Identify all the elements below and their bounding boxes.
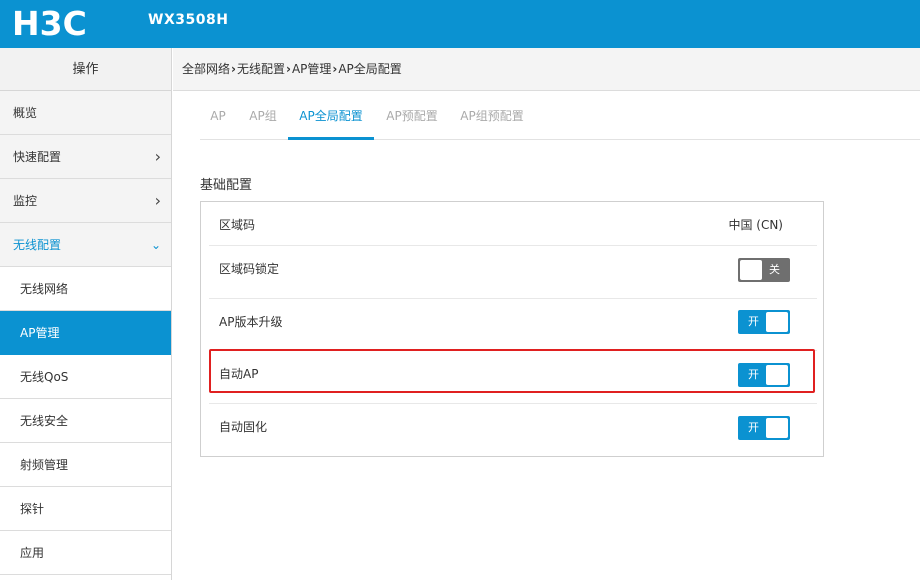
sidebar-subitem-wireless-network[interactable]: 无线网络 <box>0 267 171 311</box>
sidebar-subitem-label: 无线安全 <box>20 414 69 428</box>
breadcrumb: 全部网络›无线配置›AP管理›AP全局配置 <box>173 48 920 91</box>
region-code-value: 中国 (CN) <box>728 218 783 232</box>
breadcrumb-item-all-networks[interactable]: 全部网络 <box>182 48 230 91</box>
sidebar-subitem-ap-management[interactable]: AP管理 <box>0 311 171 355</box>
setting-row-ap-upgrade: AP版本升级 开 <box>209 299 817 351</box>
tab-ap-group-preconfig[interactable]: AP组预配置 <box>454 92 530 140</box>
tab-ap-global-config[interactable]: AP全局配置 <box>288 92 374 140</box>
breadcrumb-separator-icon: › <box>231 62 236 76</box>
setting-label: 自动固化 <box>219 420 268 434</box>
auto-persist-toggle[interactable]: 开 <box>738 416 790 440</box>
toggle-state-label: 关 <box>769 263 780 276</box>
sidebar-subitem-probe[interactable]: 探针 <box>0 487 171 531</box>
highlight-annotation-box <box>209 349 815 393</box>
setting-label: 区域码锁定 <box>219 262 280 276</box>
toggle-state-label: 开 <box>748 421 759 434</box>
tab-ap-group[interactable]: AP组 <box>242 92 284 140</box>
basic-config-panel: 区域码 中国 (CN) 区域码锁定 关 AP版本升级 开 自动AP 开 自动固化… <box>200 201 824 457</box>
setting-row-region-lock: 区域码锁定 关 <box>209 246 817 299</box>
sidebar-subitem-wireless-qos[interactable]: 无线QoS <box>0 355 171 399</box>
tab-ap-preconfig[interactable]: AP预配置 <box>380 92 444 140</box>
section-title: 基础配置 <box>200 178 253 193</box>
sidebar-item-label: 概览 <box>13 106 38 120</box>
sidebar-subitem-label: 应用 <box>20 546 45 560</box>
toggle-state-label: 开 <box>748 315 759 328</box>
sidebar-subitem-label: 射频管理 <box>20 458 69 472</box>
chevron-down-icon: ⌄ <box>150 238 161 252</box>
sidebar-subitem-application[interactable]: 应用 <box>0 531 171 575</box>
sidebar-subitem-label: AP管理 <box>20 326 60 340</box>
sidebar-item-label: 无线配置 <box>13 238 62 252</box>
ap-upgrade-toggle[interactable]: 开 <box>738 310 790 334</box>
sidebar-subitem-label: 无线QoS <box>20 370 69 384</box>
sidebar-subitem-radio-management[interactable]: 射频管理 <box>0 443 171 487</box>
toggle-knob <box>766 312 788 332</box>
tab-bar: AP AP组 AP全局配置 AP预配置 AP组预配置 <box>200 92 920 140</box>
setting-label: AP版本升级 <box>219 315 283 329</box>
sidebar-subitem-label: 无线网络 <box>20 282 69 296</box>
sidebar: 操作 概览 快速配置 › 监控 › 无线配置 ⌄ 无线网络 AP管理 无线QoS… <box>0 48 172 580</box>
sidebar-item-quick-config[interactable]: 快速配置 › <box>0 135 171 179</box>
breadcrumb-separator-icon: › <box>332 62 338 76</box>
breadcrumb-item-wireless-config[interactable]: 无线配置 <box>237 48 285 91</box>
sidebar-subitem-label: 探针 <box>20 502 45 516</box>
top-bar: H3C WX3508H <box>0 0 920 48</box>
h3c-logo: H3C <box>12 6 87 40</box>
sidebar-subitem-wireless-security[interactable]: 无线安全 <box>0 399 171 443</box>
sidebar-heading: 操作 <box>0 48 171 91</box>
toggle-knob <box>766 418 788 438</box>
sidebar-item-monitor[interactable]: 监控 › <box>0 179 171 223</box>
region-lock-toggle[interactable]: 关 <box>738 258 790 282</box>
setting-label: 区域码 <box>219 218 256 232</box>
setting-row-auto-persist: 自动固化 开 <box>209 404 817 456</box>
device-model: WX3508H <box>148 12 229 28</box>
tab-ap[interactable]: AP <box>200 92 236 140</box>
chevron-right-icon: › <box>154 147 161 166</box>
svg-text:H3C: H3C <box>12 6 87 40</box>
sidebar-item-wireless-config[interactable]: 无线配置 ⌄ <box>0 223 171 267</box>
sidebar-item-overview[interactable]: 概览 <box>0 91 171 135</box>
sidebar-item-label: 监控 <box>13 194 38 208</box>
setting-row-region-code: 区域码 中国 (CN) <box>209 202 817 246</box>
breadcrumb-separator-icon: › <box>285 62 291 76</box>
breadcrumb-item-ap-management[interactable]: AP管理 <box>292 48 331 91</box>
chevron-right-icon: › <box>154 191 161 210</box>
toggle-knob <box>740 260 762 280</box>
breadcrumb-item-current: AP全局配置 <box>338 62 402 76</box>
sidebar-item-label: 快速配置 <box>13 150 62 164</box>
